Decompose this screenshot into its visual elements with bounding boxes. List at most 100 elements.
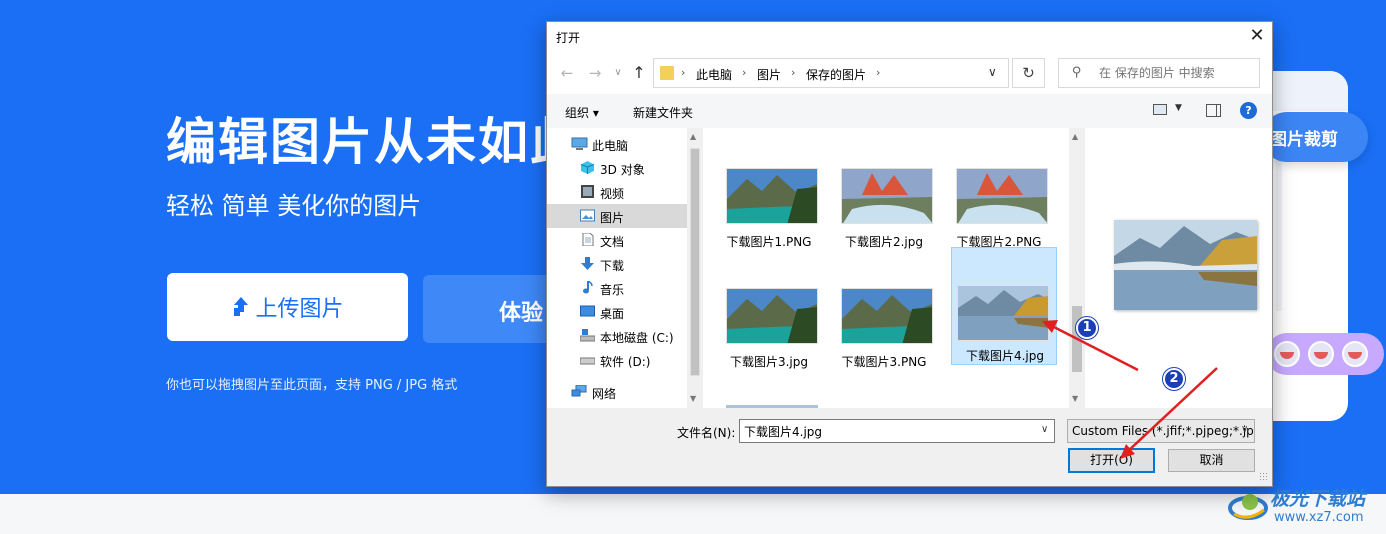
forward-arrow-icon[interactable]: → <box>585 62 605 84</box>
scroll-down-icon[interactable]: ▼ <box>1072 394 1078 403</box>
breadcrumb-saved-pictures[interactable]: 保存的图片 <box>806 66 866 83</box>
sticker-icon <box>1342 341 1368 367</box>
folder-icon <box>660 66 674 80</box>
refresh-icon[interactable]: ↻ <box>1012 58 1045 88</box>
watermark-name: 极光下载站 <box>1270 488 1366 510</box>
search-input[interactable] <box>1099 66 1249 80</box>
step-1-badge: 1 <box>1076 317 1098 339</box>
nav-item-desktop[interactable]: 桌面 <box>547 300 687 324</box>
desktop-icon <box>580 305 595 317</box>
file-item-selected[interactable]: 下载图片4.jpg <box>951 247 1057 365</box>
view-mode-chevron-icon[interactable]: ▼ <box>1175 103 1182 113</box>
file-list: 下载图片1.PNG 下载图片2.jpg 下载图片2.PNG 下载图片3.jpg … <box>703 128 1087 408</box>
close-icon[interactable]: ✕ <box>1242 22 1272 52</box>
file-item[interactable]: 下载图片2.jpg <box>831 151 937 269</box>
crop-feature-pill: 图片裁剪 <box>1262 112 1368 162</box>
organize-button[interactable]: 组织 ▾ <box>565 104 599 121</box>
dialog-titlebar[interactable]: 打开 ✕ <box>547 22 1272 52</box>
drag-hint: 你也可以拖拽图片至此页面，支持 PNG / JPG 格式 <box>166 378 458 393</box>
breadcrumb-chevron-icon[interactable]: › <box>742 66 746 79</box>
watermark-url: www.xz7.com <box>1274 510 1364 525</box>
nav-item-3d-objects[interactable]: 3D 对象 <box>547 156 687 180</box>
file-name: 下载图片2.jpg <box>844 235 924 249</box>
watermark-logo-icon <box>1228 494 1268 520</box>
file-type-select[interactable]: Custom Files (*.jfif;*.pjpeg;*.jpeg <box>1067 419 1255 443</box>
upload-image-button[interactable]: 上传图片 <box>167 273 408 341</box>
file-thumbnail <box>726 168 818 224</box>
nav-item-music[interactable]: 音乐 <box>547 276 687 300</box>
nav-item-label: 下载 <box>600 259 625 273</box>
open-file-dialog: 打开 ✕ ← → ∨ ↑ › 此电脑 › 图片 › 保存的图片 › ∨ ↻ ⚲ … <box>546 21 1273 487</box>
back-arrow-icon[interactable]: ← <box>557 62 577 84</box>
nav-item-label: 文档 <box>600 235 625 249</box>
crop-label: 图片裁剪 <box>1270 129 1338 150</box>
step-2-badge: 2 <box>1163 368 1185 390</box>
nav-scrollbar[interactable]: ▲ ▼ <box>687 128 703 408</box>
nav-item-label: 3D 对象 <box>600 163 645 177</box>
nav-item-label: 网络 <box>592 387 617 401</box>
file-name: 下载图片1.PNG <box>726 235 812 249</box>
help-icon[interactable]: ? <box>1240 102 1257 119</box>
address-dropdown-chevron-icon[interactable]: ∨ <box>988 65 997 79</box>
file-item[interactable]: 下载图片3.PNG <box>831 271 937 389</box>
watermark: 极光下载站 www.xz7.com <box>1228 484 1384 530</box>
nav-item-this-pc[interactable]: 此电脑 <box>547 132 687 156</box>
filename-label: 文件名(N): <box>677 426 736 440</box>
scroll-down-icon[interactable]: ▼ <box>690 394 696 403</box>
file-item[interactable]: 下载图片3.jpg <box>716 271 822 389</box>
cube-icon <box>580 161 595 174</box>
new-folder-button[interactable]: 新建文件夹 <box>633 104 693 121</box>
network-icon <box>571 385 587 397</box>
search-box[interactable]: ⚲ <box>1058 58 1260 88</box>
navigation-pane: 此电脑 3D 对象 视频 图片 文档 下载 音乐 桌面 本地磁盘 (C:) 软件… <box>547 128 703 408</box>
preview-pane-icon[interactable] <box>1206 104 1221 117</box>
scrollbar-thumb[interactable] <box>1072 306 1082 372</box>
computer-icon <box>571 137 588 150</box>
recent-locations-chevron-icon[interactable]: ∨ <box>608 62 628 84</box>
nav-item-documents[interactable]: 文档 <box>547 228 687 252</box>
search-icon: ⚲ <box>1072 65 1082 80</box>
file-type-chevron-icon[interactable]: ∨ <box>1241 424 1248 435</box>
video-icon <box>581 185 594 198</box>
address-bar[interactable]: › 此电脑 › 图片 › 保存的图片 › ∨ <box>653 58 1009 88</box>
file-thumbnail <box>957 285 1049 341</box>
filename-input[interactable] <box>739 419 1055 443</box>
nav-item-pictures[interactable]: 图片 <box>547 204 687 228</box>
scroll-up-icon[interactable]: ▲ <box>1072 132 1078 141</box>
breadcrumb-this-pc[interactable]: 此电脑 <box>696 66 732 83</box>
file-item[interactable]: 下载图片1.PNG <box>716 151 822 269</box>
scrollbar-thumb[interactable] <box>690 148 700 376</box>
file-list-scrollbar[interactable]: ▲ ▼ <box>1069 128 1085 408</box>
nav-item-drive-c[interactable]: 本地磁盘 (C:) <box>547 324 687 348</box>
picture-icon <box>580 209 595 222</box>
nav-item-videos[interactable]: 视频 <box>547 180 687 204</box>
upload-icon <box>231 297 251 317</box>
nav-item-downloads[interactable]: 下载 <box>547 252 687 276</box>
breadcrumb-chevron-icon[interactable]: › <box>681 66 685 79</box>
breadcrumb-chevron-icon[interactable]: › <box>876 66 880 79</box>
scroll-up-icon[interactable]: ▲ <box>690 132 696 141</box>
preview-image <box>1114 220 1257 310</box>
hero-title: 编辑图片从未如此 <box>166 113 582 171</box>
resize-grip-icon[interactable] <box>1259 472 1269 482</box>
open-button[interactable]: 打开(O) <box>1068 448 1155 473</box>
download-icon <box>581 257 594 270</box>
file-name: 下载图片3.PNG <box>841 355 927 369</box>
nav-item-network[interactable]: 网络 <box>547 380 687 404</box>
page-footer-area <box>0 494 1386 534</box>
up-arrow-icon[interactable]: ↑ <box>629 62 649 84</box>
filename-dropdown-chevron-icon[interactable]: ∨ <box>1041 424 1048 435</box>
sticker-icon <box>1274 341 1300 367</box>
preview-pane <box>1087 128 1272 408</box>
breadcrumb-pictures[interactable]: 图片 <box>757 66 781 83</box>
cancel-button[interactable]: 取消 <box>1168 449 1255 472</box>
file-thumbnail <box>841 168 933 224</box>
command-bar: 组织 ▾ 新建文件夹 ▼ ? <box>547 94 1272 128</box>
file-thumbnail <box>956 168 1048 224</box>
music-icon <box>583 281 593 294</box>
nav-item-drive-d[interactable]: 软件 (D:) <box>547 348 687 372</box>
view-mode-icon[interactable] <box>1153 104 1167 115</box>
hero-subtitle: 轻松 简单 美化你的图片 <box>166 192 422 220</box>
breadcrumb-chevron-icon[interactable]: › <box>791 66 795 79</box>
sticker-bar <box>1266 333 1384 375</box>
